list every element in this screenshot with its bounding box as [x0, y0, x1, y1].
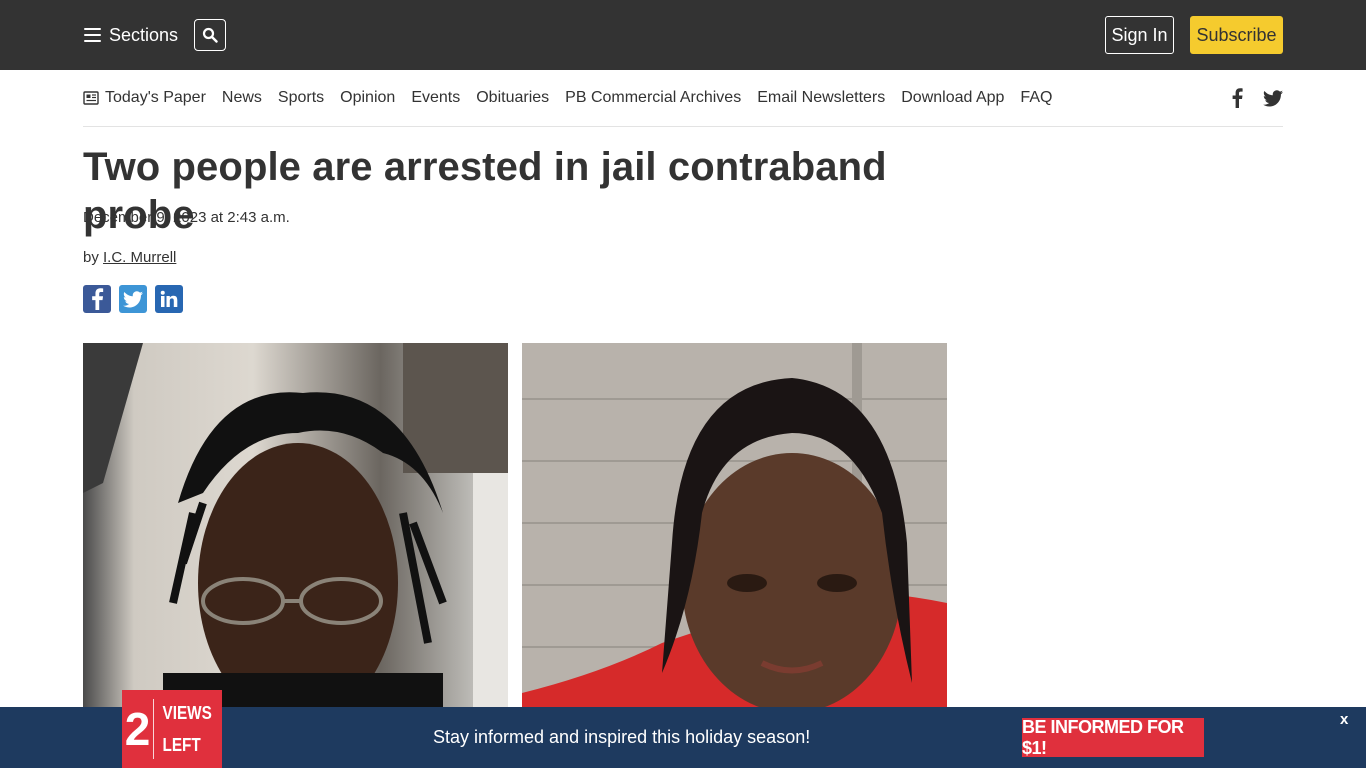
- banner-close-button[interactable]: x: [1340, 711, 1348, 728]
- nav-item-download-app[interactable]: Download App: [901, 89, 1004, 107]
- nav-item-opinion[interactable]: Opinion: [340, 89, 395, 107]
- be-informed-button[interactable]: BE INFORMED FOR $1!: [1022, 717, 1204, 758]
- mugshot-photo-right: [522, 343, 947, 708]
- sections-menu-button[interactable]: Sections: [84, 22, 178, 48]
- nav-item-pb-commercial-archives[interactable]: PB Commercial Archives: [565, 89, 741, 107]
- twitter-icon: [123, 290, 143, 307]
- views-left-counter: 2 VIEWS LEFT: [122, 690, 222, 768]
- nav-item-todays-paper[interactable]: Today's Paper: [83, 89, 206, 107]
- facebook-link[interactable]: [1227, 88, 1247, 108]
- banner-message: Stay informed and inspired this holiday …: [433, 727, 811, 747]
- views-label-line1: VIEWS: [162, 703, 212, 723]
- nav-links: Today's Paper News Sports Opinion Events…: [83, 70, 1052, 126]
- section-nav: Today's Paper News Sports Opinion Events…: [83, 70, 1283, 127]
- sign-in-button[interactable]: Sign In: [1105, 16, 1174, 54]
- nav-item-email-newsletters[interactable]: Email Newsletters: [757, 89, 885, 107]
- twitter-icon: [1263, 89, 1283, 106]
- nav-item-events[interactable]: Events: [411, 89, 460, 107]
- newspaper-icon: [83, 91, 99, 105]
- share-twitter-button[interactable]: [119, 285, 147, 313]
- views-count: 2: [122, 699, 154, 759]
- facebook-icon: [92, 288, 104, 310]
- article-date: December 9, 2023 at 2:43 a.m.: [83, 209, 290, 226]
- search-button[interactable]: [194, 19, 226, 51]
- share-facebook-button[interactable]: [83, 285, 111, 313]
- search-icon: [202, 27, 218, 43]
- facebook-icon: [1232, 88, 1243, 108]
- mugshot-photo-left: [83, 343, 508, 708]
- article-byline: by I.C. Murrell: [83, 249, 176, 266]
- nav-item-obituaries[interactable]: Obituaries: [476, 89, 549, 107]
- subscribe-button[interactable]: Subscribe: [1190, 16, 1283, 54]
- linkedin-icon: [160, 290, 178, 307]
- byline-prefix: by: [83, 249, 99, 266]
- author-link[interactable]: I.C. Murrell: [103, 249, 176, 266]
- views-label-line2: LEFT: [162, 735, 201, 755]
- share-buttons: [83, 285, 183, 313]
- hamburger-icon: [84, 28, 101, 42]
- mugshot-illustration: [83, 343, 508, 708]
- nav-item-sports[interactable]: Sports: [278, 89, 324, 107]
- sections-label: Sections: [109, 24, 179, 45]
- views-label: VIEWS LEFT: [154, 697, 212, 761]
- top-bar: Sections Sign In Subscribe: [0, 0, 1366, 70]
- nav-item-news[interactable]: News: [222, 89, 262, 107]
- twitter-link[interactable]: [1263, 88, 1283, 108]
- nav-item-faq[interactable]: FAQ: [1020, 89, 1052, 107]
- share-linkedin-button[interactable]: [155, 285, 183, 313]
- nav-item-label: Today's Paper: [105, 89, 206, 106]
- social-links: [1227, 86, 1283, 110]
- mugshot-illustration: [522, 343, 947, 708]
